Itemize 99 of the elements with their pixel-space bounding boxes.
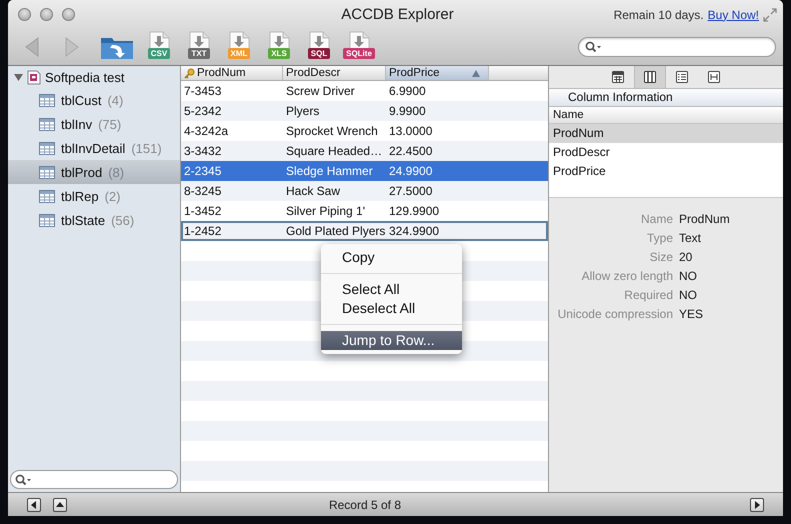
fullscreen-icon (763, 8, 777, 22)
table-cell-text: 9.9900 (388, 104, 427, 118)
property-value: YES (679, 306, 704, 320)
view-button[interactable] (634, 66, 666, 88)
table-cell-text: 1-2452 (183, 224, 222, 238)
property-value: ProdNum (679, 212, 731, 226)
table-cell-text: 7-3453 (183, 84, 222, 98)
table-cell-text: 1-3452 (183, 204, 222, 218)
menu-item[interactable]: Copy (321, 248, 462, 267)
fit-width-icon (708, 71, 720, 83)
table-cell-text: 8-3245 (183, 184, 222, 198)
trial-notice: Remain 10 days. (614, 8, 704, 22)
columns-icon (644, 71, 656, 83)
table-cell-text: 13.0000 (388, 124, 434, 138)
database-file-icon (27, 70, 41, 84)
menu-item[interactable]: Deselect All (321, 299, 462, 318)
up-triangle-icon (56, 500, 64, 508)
left-triangle-icon (30, 500, 38, 508)
table-icon (39, 214, 55, 226)
table-cell-text: 3-3432 (183, 144, 222, 158)
section-header: Column Information (549, 88, 783, 107)
table-item[interactable]: tblInv (75) (8, 112, 180, 136)
table-row[interactable]: 1-3452 Silver Piping 1' 129.9900 (181, 201, 548, 221)
property-value: Text (679, 230, 702, 244)
table-cell-text: 324.9900 (388, 224, 440, 238)
back-arrow-icon (24, 37, 40, 57)
up-button[interactable] (53, 498, 67, 512)
table-icon (39, 166, 55, 178)
window-control-button[interactable] (40, 8, 53, 21)
table-icon (39, 190, 55, 202)
table-cell-text: Silver Piping 1' (285, 204, 366, 218)
menu-item[interactable]: Select All (321, 280, 462, 299)
table-row[interactable]: 8-3245 Hack Saw 27.5000 (181, 181, 548, 201)
table-cell-text: Sledge Hammer (285, 164, 374, 178)
list-item[interactable]: ProdNum (549, 124, 783, 143)
export-button[interactable]: TXT (182, 31, 216, 63)
table-item[interactable]: tblCust (4) (8, 88, 180, 112)
search-field[interactable] (578, 37, 776, 57)
previous-button[interactable] (27, 498, 41, 512)
window-title: ACCDB Explorer (341, 6, 454, 23)
window-control-button[interactable] (62, 8, 75, 21)
property-label: Size (648, 250, 673, 264)
table-cell-text: Sprocket Wrench (285, 124, 379, 138)
table-item[interactable]: tblState (56) (8, 208, 180, 232)
property-value: 20 (679, 250, 694, 264)
record-counter: Record 5 of 8 (328, 498, 402, 512)
table-icon (39, 94, 55, 106)
table-cell-text: 2-2345 (183, 164, 222, 178)
table-cell-text: Hack Saw (285, 184, 342, 198)
property-label: Allow zero length (580, 268, 673, 282)
table-cell-text: 22.4500 (388, 144, 434, 158)
table-cell-text: 4-3242a (183, 124, 230, 138)
search-field[interactable] (10, 470, 178, 489)
table-cell-text: Plyers (285, 104, 320, 118)
table-icon (39, 118, 55, 130)
table-row[interactable]: 2-2345 Sledge Hammer 24.9900 (181, 161, 548, 181)
table-cell-text: Gold Plated Plyers (285, 224, 386, 238)
table-item[interactable]: tblRep (2) (8, 184, 180, 208)
property-label: Type (646, 230, 673, 244)
property-label: Unicode compression (556, 306, 673, 320)
list-item[interactable]: ProdPrice (549, 162, 783, 181)
property-value: NO (679, 268, 698, 282)
search-icon (15, 474, 31, 486)
search-icon (585, 41, 601, 53)
export-button[interactable]: SQLite (342, 31, 376, 63)
table-cell-text: 6.9900 (388, 84, 427, 98)
table-cell-text: Screw Driver (285, 84, 356, 98)
table-cell-text: 5-2342 (183, 104, 222, 118)
database-name: Softpedia test (45, 70, 124, 84)
buy-now-link[interactable]: Buy Now! (708, 8, 759, 22)
menu-item[interactable]: Jump to Row... (321, 331, 462, 350)
property-value: NO (679, 288, 698, 302)
table-item[interactable]: tblProd (8) (8, 160, 180, 184)
table-cell-text: 129.9900 (388, 204, 440, 218)
table-cell-text: 27.5000 (388, 184, 434, 198)
table-item[interactable]: tblInvDetail (151) (8, 136, 180, 160)
table-cell-text: Square Headed… (285, 144, 384, 158)
forward-arrow-icon (64, 37, 80, 57)
table-row[interactable]: 5-2342 Plyers 9.9900 (181, 101, 548, 121)
column-header: Name (549, 107, 783, 124)
table-row[interactable]: 3-3432 Square Headed… 22.4500 (181, 141, 548, 161)
table-row[interactable]: 1-2452 Gold Plated Plyers 324.9900 (181, 221, 548, 241)
table-row[interactable]: 4-3242a Sprocket Wrench 13.0000 (181, 121, 548, 141)
disclosure-triangle-icon[interactable] (14, 72, 23, 82)
next-button[interactable] (750, 498, 764, 512)
table-icon (39, 142, 55, 154)
list-icon (676, 71, 688, 83)
list-item[interactable]: ProdDescr (549, 143, 783, 162)
property-label: Required (623, 288, 673, 302)
table-cell-text: 24.9900 (388, 164, 434, 178)
right-triangle-icon (753, 500, 761, 508)
column-header[interactable]: ProdPrice (386, 66, 489, 80)
sort-ascending-icon (472, 70, 480, 76)
property-label: Name (640, 212, 673, 226)
table-row[interactable]: 7-3453 Screw Driver 6.9900 (181, 81, 548, 101)
grid-icon (612, 71, 624, 83)
column-header[interactable]: ProdNum (181, 66, 283, 80)
window-control-button[interactable] (18, 8, 31, 21)
export-button[interactable]: SQL (302, 31, 336, 63)
